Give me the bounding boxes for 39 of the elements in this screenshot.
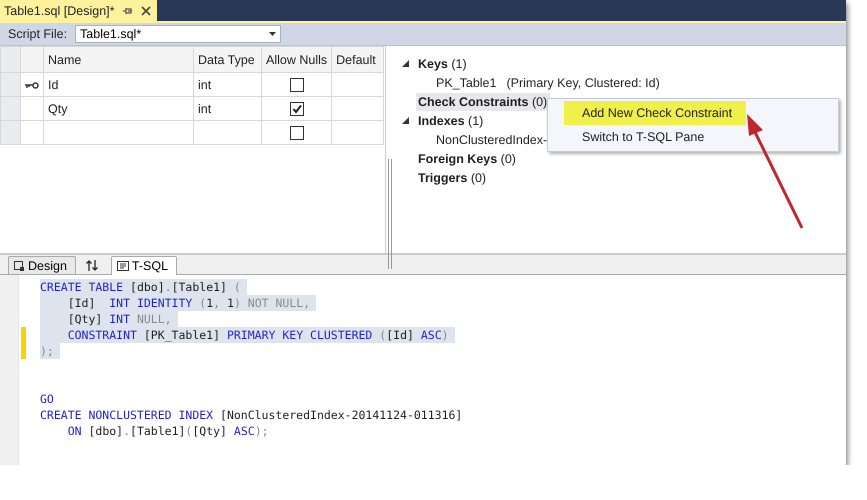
item-detail: (Primary Key, Clustered: Id) xyxy=(506,76,660,90)
table-cell[interactable]: int xyxy=(194,96,262,120)
design-icon xyxy=(14,260,25,270)
dropdown-arrow-icon xyxy=(269,32,276,36)
tree-item[interactable]: PK_Table1 xyxy=(436,76,496,90)
tree-item[interactable]: Check Constraints (0) xyxy=(416,92,550,110)
tsql-tab[interactable]: T-SQL xyxy=(110,256,178,275)
column-header: Name xyxy=(44,46,194,72)
tree-item[interactable]: Keys (1) xyxy=(416,54,470,72)
table-cell[interactable]: int xyxy=(194,72,262,96)
table-cell[interactable]: Qty xyxy=(44,96,194,120)
tree-item[interactable]: Triggers (0) xyxy=(416,168,490,186)
pin-icon[interactable] xyxy=(122,6,134,16)
table-cell[interactable]: Id xyxy=(44,72,194,96)
code-line: GO xyxy=(40,391,55,407)
column-header: Allow Nulls xyxy=(262,46,332,72)
checkbox[interactable] xyxy=(290,102,304,116)
swap-arrows-icon xyxy=(86,260,98,271)
splitter-grip[interactable] xyxy=(388,159,392,269)
script-file-dropdown[interactable]: Table1.sql* xyxy=(75,25,282,43)
code-line: ON [dbo].[Table1]([Qty] ASC); xyxy=(66,423,270,439)
document-tab[interactable]: Table1.sql [Design]* xyxy=(0,0,158,21)
tree-item[interactable]: NonClusteredIndex- xyxy=(436,132,548,146)
menu-item[interactable]: Switch to T-SQL Pane xyxy=(564,125,746,149)
column-header: Default xyxy=(332,46,384,72)
code-line: CREATE NONCLUSTERED INDEX [NonClusteredIndex-20141124-011316] xyxy=(40,407,464,423)
tree-item[interactable]: Indexes (1) xyxy=(416,112,486,130)
field-label: Script File: xyxy=(8,27,68,41)
checkbox[interactable] xyxy=(290,126,304,140)
expand-triangle-icon[interactable] xyxy=(402,60,409,67)
expand-triangle-icon[interactable] xyxy=(402,117,409,124)
checkbox[interactable] xyxy=(290,78,304,92)
tab-title: Table1.sql [Design]* xyxy=(4,4,114,18)
design-tab[interactable]: Design xyxy=(8,256,76,274)
close-icon[interactable] xyxy=(141,6,152,16)
script-icon xyxy=(116,261,129,271)
tree-item[interactable]: Foreign Keys (0) xyxy=(416,150,519,168)
column-header: Data Type xyxy=(194,46,262,72)
menu-item[interactable]: Add New Check Constraint xyxy=(564,101,746,125)
